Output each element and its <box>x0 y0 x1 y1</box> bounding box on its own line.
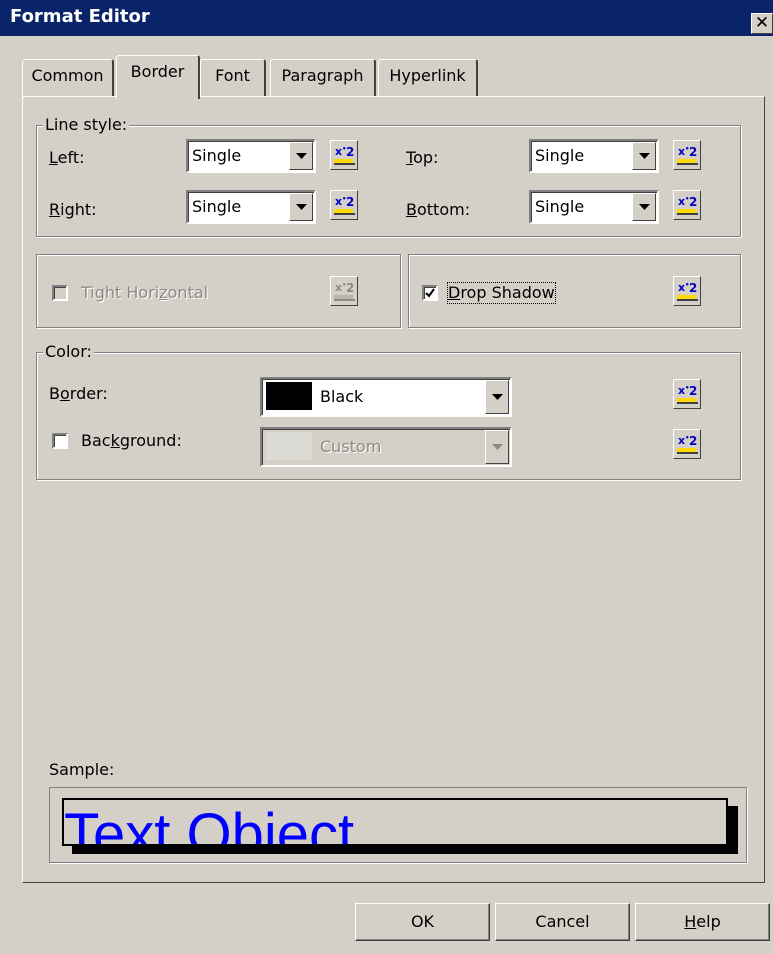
formula-x2-icon: x • 2 <box>677 195 698 215</box>
sample-preview: Text Object <box>49 787 747 863</box>
top-formula-button[interactable]: x • 2 <box>673 140 701 170</box>
dropdown-arrow-icon[interactable] <box>632 142 656 170</box>
dropdown-arrow-icon[interactable] <box>632 193 656 221</box>
dropdown-arrow-icon[interactable] <box>289 142 313 170</box>
sample-text: Text Object <box>64 802 355 846</box>
border-color-value: Black <box>320 387 364 406</box>
tab-paragraph[interactable]: Paragraph <box>270 59 376 96</box>
svg-text:2: 2 <box>689 281 697 295</box>
title-bar: Format Editor <box>0 0 773 36</box>
window-title: Format Editor <box>10 6 150 27</box>
tab-hyperlink[interactable]: Hyperlink <box>378 59 478 96</box>
svg-text:2: 2 <box>689 145 697 159</box>
tab-font[interactable]: Font <box>200 59 266 96</box>
formula-x2-icon: x • 2 <box>334 281 355 301</box>
drop-shadow-label: Drop Shadow <box>447 282 556 304</box>
svg-text:2: 2 <box>689 434 697 448</box>
left-line-select[interactable]: Single <box>186 139 316 173</box>
svg-text:2: 2 <box>689 384 697 398</box>
line-style-legend: Line style: <box>43 115 130 134</box>
border-color-label: Border: <box>49 384 108 403</box>
background-label: Background: <box>81 431 182 450</box>
top-line-select[interactable]: Single <box>529 139 659 173</box>
border-color-formula-button[interactable]: x • 2 <box>673 379 701 409</box>
dropdown-arrow-icon[interactable] <box>485 380 509 414</box>
tab-paragraph-label: Paragraph <box>281 66 364 85</box>
checkmark-icon <box>425 288 435 298</box>
drop-shadow-checkbox[interactable] <box>422 285 438 301</box>
background-color-formula-button[interactable]: x • 2 <box>673 429 701 459</box>
border-color-select[interactable]: Black <box>260 377 512 417</box>
svg-text:2: 2 <box>346 195 354 209</box>
svg-text:2: 2 <box>346 145 354 159</box>
formula-x2-icon: x • 2 <box>334 145 355 165</box>
close-button[interactable]: ✕ <box>751 13 773 34</box>
bottom-label: Bottom: <box>406 200 471 219</box>
sample-label: Sample: <box>49 760 115 779</box>
tab-hyperlink-label: Hyperlink <box>389 66 466 85</box>
dropdown-arrow-icon[interactable] <box>289 193 313 221</box>
close-icon: ✕ <box>754 13 770 33</box>
right-label: Right: <box>49 200 97 219</box>
tight-horizontal-formula-button: x • 2 <box>330 276 358 306</box>
tab-common[interactable]: Common <box>22 59 114 96</box>
background-checkbox[interactable] <box>52 433 68 449</box>
tab-border[interactable]: Border <box>116 55 200 99</box>
cancel-button[interactable]: Cancel <box>495 903 630 941</box>
formula-x2-icon: x • 2 <box>677 281 698 301</box>
bottom-line-select[interactable]: Single <box>529 190 659 224</box>
left-formula-button[interactable]: x • 2 <box>330 140 358 170</box>
tight-horizontal-label: Tight Horizontal <box>81 283 209 302</box>
right-formula-button[interactable]: x • 2 <box>330 190 358 220</box>
bottom-line-value: Single <box>535 197 585 216</box>
formula-x2-icon: x • 2 <box>334 195 355 215</box>
top-line-value: Single <box>535 146 585 165</box>
tab-border-label: Border <box>130 62 185 81</box>
formula-x2-icon: x • 2 <box>677 434 698 454</box>
left-label: Left: <box>49 148 85 167</box>
right-line-select[interactable]: Single <box>186 190 316 224</box>
help-button[interactable]: Help <box>635 903 770 941</box>
tab-common-label: Common <box>31 66 104 85</box>
background-color-value: Custom <box>320 437 382 456</box>
sample-box: Text Object <box>62 798 728 846</box>
tab-font-label: Font <box>215 66 250 85</box>
formula-x2-icon: x • 2 <box>677 384 698 404</box>
dropdown-arrow-icon <box>485 430 509 464</box>
right-line-value: Single <box>192 197 242 216</box>
svg-text:2: 2 <box>346 281 354 295</box>
bottom-formula-button[interactable]: x • 2 <box>673 190 701 220</box>
ok-button[interactable]: OK <box>355 903 490 941</box>
left-line-value: Single <box>192 146 242 165</box>
top-label: Top: <box>406 148 439 167</box>
background-color-select: Custom <box>260 427 512 467</box>
tight-horizontal-checkbox[interactable] <box>52 285 68 301</box>
color-legend: Color: <box>43 342 94 361</box>
background-color-swatch <box>266 432 312 460</box>
format-editor-dialog: Format Editor ✕ Common Border Font Parag… <box>0 0 773 954</box>
formula-x2-icon: x • 2 <box>677 145 698 165</box>
svg-text:2: 2 <box>689 195 697 209</box>
border-color-swatch <box>266 382 312 410</box>
drop-shadow-formula-button[interactable]: x • 2 <box>673 276 701 306</box>
